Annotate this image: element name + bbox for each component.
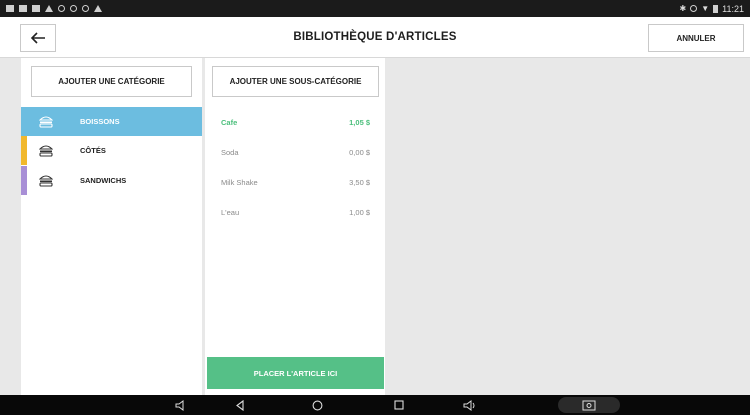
notification-icon	[6, 5, 14, 12]
home-circle-icon[interactable]	[308, 397, 326, 413]
image-icon	[19, 5, 27, 12]
status-bar: ✱ ▼ 11:21	[0, 0, 750, 17]
volume-down-icon[interactable]	[172, 397, 190, 413]
recents-square-icon[interactable]	[390, 397, 408, 413]
dnd-icon	[690, 5, 698, 12]
article-price: 0,00 $	[349, 148, 370, 157]
category-item-sandwichs[interactable]: SANDWICHS	[21, 166, 202, 195]
battery-icon	[713, 4, 719, 13]
category-label: CÔTÉS	[80, 146, 106, 155]
message-icon	[32, 5, 40, 12]
status-icons-right: ✱ ▼ 11:21	[680, 4, 744, 14]
category-color-stripe	[21, 136, 27, 165]
category-label: BOISSONS	[80, 117, 120, 126]
article-name: Cafe	[221, 118, 238, 127]
category-color-stripe	[21, 166, 27, 195]
burger-icon	[38, 174, 54, 192]
category-color-stripe	[21, 107, 27, 136]
subcategory-panel: AJOUTER UNE SOUS-CATÉGORIE Cafe 1,05 $ S…	[205, 58, 385, 395]
status-icons-left	[6, 5, 102, 12]
settings-icon	[70, 5, 77, 12]
burger-icon	[38, 144, 54, 162]
category-label: SANDWICHS	[80, 176, 127, 185]
article-name: Soda	[221, 148, 239, 157]
article-row[interactable]: L'eau 1,00 $	[205, 204, 385, 224]
article-name: Milk Shake	[221, 178, 258, 187]
cancel-button[interactable]: ANNULER	[648, 24, 744, 52]
page-title: BIBLIOTHÈQUE D'ARTICLES	[293, 31, 457, 43]
add-subcategory-button[interactable]: AJOUTER UNE SOUS-CATÉGORIE	[212, 66, 379, 97]
settings-icon	[82, 5, 89, 12]
add-category-button[interactable]: AJOUTER UNE CATÉGORIE	[31, 66, 192, 97]
category-panel: AJOUTER UNE CATÉGORIE BOISSONS CÔTÉS SAN…	[21, 58, 202, 395]
article-row[interactable]: Soda 0,00 $	[205, 144, 385, 164]
volume-up-icon[interactable]	[461, 397, 479, 413]
sync-icon	[58, 5, 65, 12]
header: BIBLIOTHÈQUE D'ARTICLES ANNULER	[0, 17, 750, 58]
article-row[interactable]: Cafe 1,05 $	[205, 114, 385, 134]
warning-icon	[94, 5, 102, 12]
screenshot-icon[interactable]	[558, 397, 620, 413]
article-row[interactable]: Milk Shake 3,50 $	[205, 174, 385, 194]
article-name: L'eau	[221, 208, 240, 217]
category-item-boissons[interactable]: BOISSONS	[21, 107, 202, 136]
place-article-button[interactable]: PLACER L'ARTICLE ICI	[207, 357, 384, 389]
back-triangle-icon[interactable]	[231, 397, 249, 413]
article-price: 1,05 $	[349, 118, 370, 127]
article-price: 1,00 $	[349, 208, 370, 217]
upload-icon	[45, 5, 53, 12]
article-price: 3,50 $	[349, 178, 370, 187]
burger-icon	[38, 115, 54, 133]
category-item-cotes[interactable]: CÔTÉS	[21, 136, 202, 165]
bluetooth-icon: ✱	[679, 4, 687, 13]
navigation-bar	[0, 395, 750, 415]
wifi-icon: ▼	[701, 4, 710, 13]
clock: 11:21	[722, 3, 744, 14]
